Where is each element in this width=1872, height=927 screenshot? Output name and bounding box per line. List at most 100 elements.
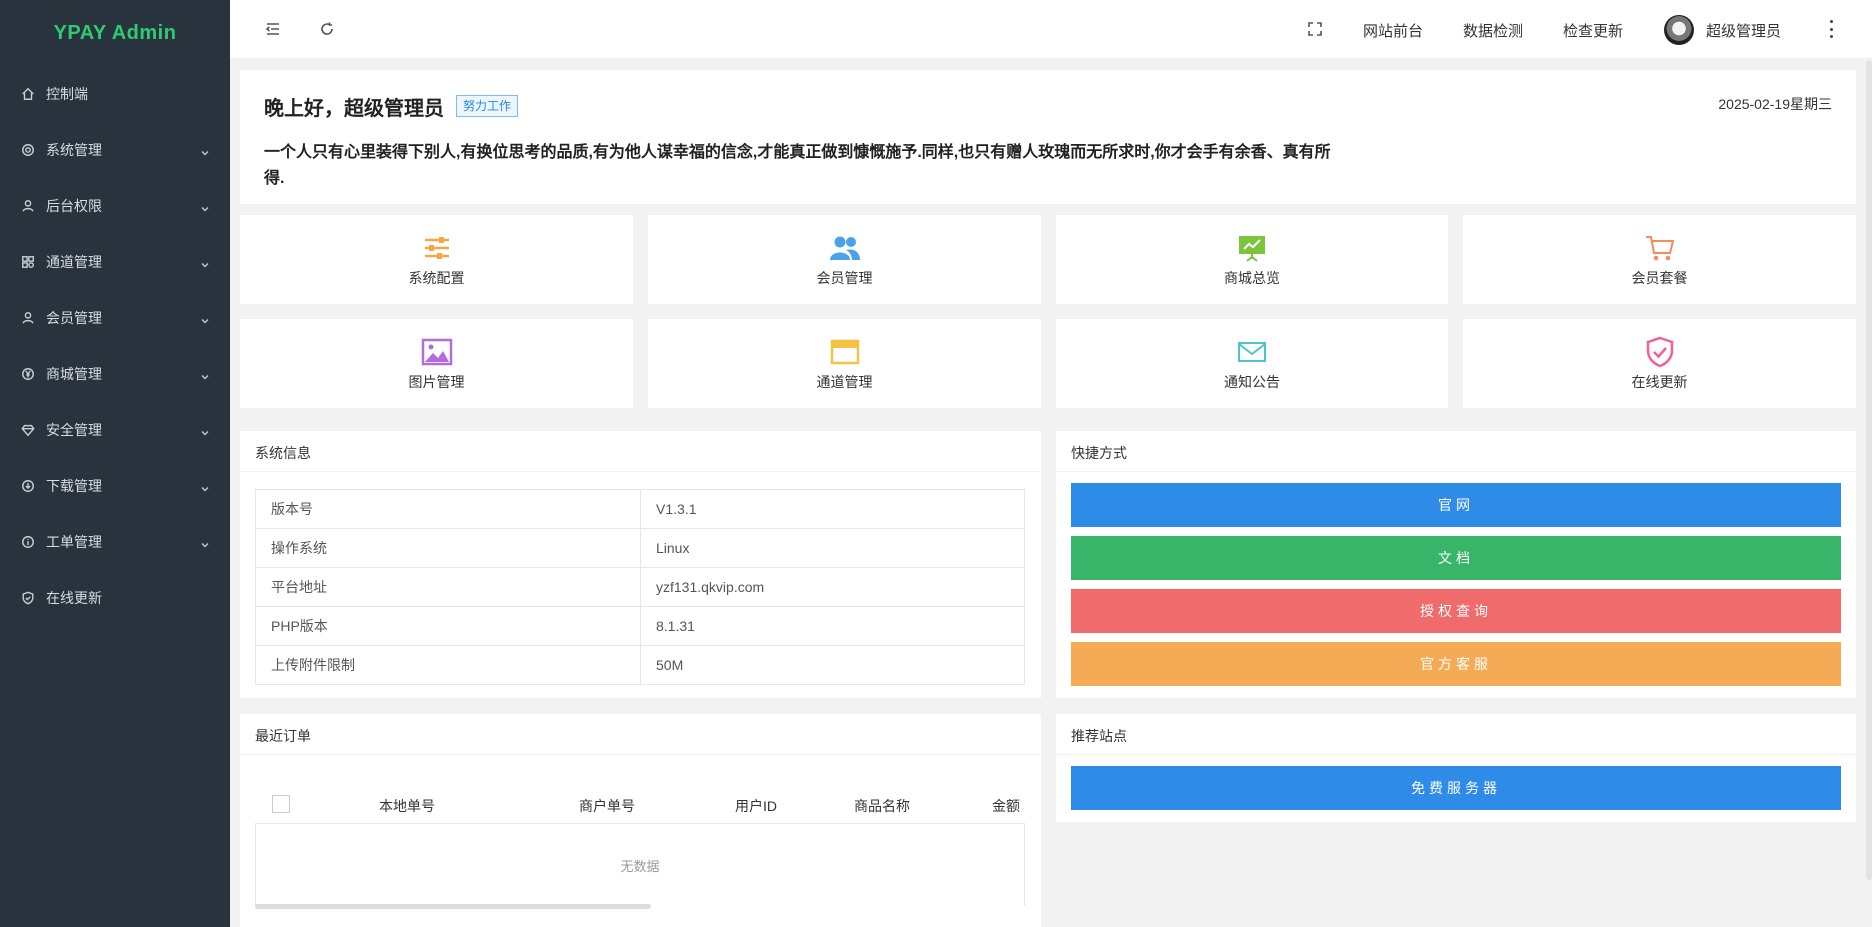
chevron-down-icon — [200, 537, 210, 548]
tile-system-config[interactable]: 系统配置 — [240, 215, 633, 304]
menu-fold-icon[interactable] — [264, 20, 282, 38]
header-user-name[interactable]: 超级管理员 — [1706, 20, 1781, 41]
sidebar-item-label: 后台权限 — [46, 198, 102, 214]
chevron-down-icon — [200, 481, 210, 492]
select-all-checkbox[interactable] — [272, 795, 290, 813]
cart-icon — [1645, 235, 1674, 260]
sidebar-item-tickets[interactable]: 工单管理 — [0, 514, 230, 570]
info-value: 50M — [640, 645, 1025, 685]
header-link-check-update[interactable]: 检查更新 — [1563, 20, 1623, 41]
chevron-down-icon — [200, 369, 210, 380]
tile-label: 商城总览 — [1224, 269, 1280, 286]
horizontal-scrollbar[interactable] — [255, 904, 651, 909]
docs-button[interactable]: 文档 — [1071, 536, 1841, 580]
chevron-down-icon — [200, 145, 210, 156]
info-value: V1.3.1 — [640, 489, 1025, 529]
system-info-table: 版本号 V1.3.1 操作系统 Linux 平台地址 yzf131.qkvip.… — [255, 489, 1025, 685]
gear-icon — [20, 142, 36, 158]
sidebar-item-label: 安全管理 — [46, 422, 102, 438]
sidebar-item-online-update[interactable]: 在线更新 — [0, 570, 230, 626]
info-key: 上传附件限制 — [255, 645, 641, 685]
tile-online-update[interactable]: 在线更新 — [1463, 319, 1856, 408]
welcome-greeting: 晚上好，超级管理员 — [264, 98, 444, 120]
column-header[interactable]: 商户单号 — [579, 796, 635, 816]
sidebar-item-channels[interactable]: 通道管理 — [0, 234, 230, 290]
chevron-down-icon — [200, 313, 210, 324]
sidebar-item-admin-permissions[interactable]: 后台权限 — [0, 178, 230, 234]
sidebar-item-mall[interactable]: 商城管理 — [0, 346, 230, 402]
tile-label: 在线更新 — [1631, 373, 1688, 390]
free-server-button[interactable]: 免费服务器 — [1071, 766, 1841, 810]
tile-label: 通道管理 — [816, 373, 873, 390]
user-icon — [20, 310, 36, 326]
header-link-site-front[interactable]: 网站前台 — [1363, 20, 1423, 41]
info-key: PHP版本 — [255, 606, 641, 646]
tile-label: 通知公告 — [1224, 373, 1280, 390]
sidebar-item-dashboard[interactable]: 控制端 — [0, 66, 230, 122]
user-icon — [20, 198, 36, 214]
info-key: 操作系统 — [255, 528, 641, 568]
refresh-icon[interactable] — [318, 20, 336, 38]
sidebar: YPAY Admin 控制端 系统管理 后台权限 通道管理 会员管理 商城管理 … — [0, 0, 230, 927]
tile-label: 系统配置 — [408, 269, 465, 286]
sidebar-item-label: 在线更新 — [46, 590, 102, 606]
fullscreen-icon[interactable] — [1306, 20, 1324, 38]
tile-member-management[interactable]: 会员管理 — [648, 215, 1041, 304]
sidebar-item-system[interactable]: 系统管理 — [0, 122, 230, 178]
tile-channel-management[interactable]: 通道管理 — [648, 319, 1041, 408]
empty-state: 无数据 — [255, 824, 1025, 906]
license-query-button[interactable]: 授权查询 — [1071, 589, 1841, 633]
sidebar-item-label: 会员管理 — [46, 310, 102, 326]
sidebar-item-label: 商城管理 — [46, 366, 102, 382]
home-icon — [20, 86, 36, 102]
current-date: 2025-02-19星期三 — [1718, 96, 1832, 112]
tile-label: 会员管理 — [816, 269, 873, 286]
yen-icon — [20, 366, 36, 382]
recommended-sites-panel: 推荐站点 免费服务器 — [1056, 714, 1856, 822]
apps-icon — [20, 254, 36, 270]
tile-image-management[interactable]: 图片管理 — [240, 319, 633, 408]
top-header: 网站前台 数据检测 检查更新 超级管理员 — [230, 0, 1872, 59]
column-header[interactable]: 用户ID — [735, 796, 777, 816]
info-icon — [20, 534, 36, 550]
shield-check-icon — [20, 590, 36, 606]
tile-member-packages[interactable]: 会员套餐 — [1463, 215, 1856, 304]
sidebar-item-members[interactable]: 会员管理 — [0, 290, 230, 346]
app-logo[interactable]: YPAY Admin — [0, 0, 230, 66]
chevron-down-icon — [200, 257, 210, 268]
welcome-quote: 一个人只有心里装得下别人,有换位思考的品质,有为他人谋幸福的信念,才能真正做到慷… — [264, 144, 1331, 187]
table-row: PHP版本 8.1.31 — [255, 606, 1025, 646]
avatar[interactable] — [1664, 15, 1694, 45]
sidebar-item-downloads[interactable]: 下载管理 — [0, 458, 230, 514]
system-info-panel: 系统信息 版本号 V1.3.1 操作系统 Linux 平台地址 yzf131.q… — [240, 431, 1041, 698]
window-icon — [830, 339, 859, 364]
column-header[interactable]: 金额 — [992, 796, 1020, 816]
panel-title: 系统信息 — [255, 445, 311, 461]
panel-title: 最近订单 — [255, 728, 311, 744]
diamond-icon — [20, 422, 36, 438]
presentation-icon — [1239, 235, 1265, 262]
info-value: yzf131.qkvip.com — [640, 567, 1025, 607]
download-icon — [20, 478, 36, 494]
orders-table-header: 本地单号 商户单号 用户ID 商品名称 金额 — [255, 784, 1025, 824]
divider — [1056, 471, 1856, 472]
column-header[interactable]: 商品名称 — [854, 796, 910, 816]
column-header[interactable]: 本地单号 — [379, 796, 435, 816]
header-link-data-check[interactable]: 数据检测 — [1463, 20, 1523, 41]
sidebar-item-security[interactable]: 安全管理 — [0, 402, 230, 458]
divider — [240, 471, 1041, 472]
divider — [1056, 754, 1856, 755]
recent-orders-panel: 最近订单 本地单号 商户单号 用户ID 商品名称 金额 无数据 — [240, 714, 1041, 927]
sidebar-item-label: 系统管理 — [46, 142, 102, 158]
official-support-button[interactable]: 官方客服 — [1071, 642, 1841, 686]
tile-notifications[interactable]: 通知公告 — [1056, 319, 1448, 408]
table-row: 版本号 V1.3.1 — [255, 489, 1025, 529]
tile-mall-overview[interactable]: 商城总览 — [1056, 215, 1448, 304]
more-menu-icon[interactable] — [1828, 20, 1834, 38]
table-row: 平台地址 yzf131.qkvip.com — [255, 567, 1025, 607]
vertical-scrollbar[interactable] — [1866, 60, 1872, 880]
info-key: 版本号 — [255, 489, 641, 529]
chevron-down-icon — [200, 201, 210, 212]
table-row: 上传附件限制 50M — [255, 645, 1025, 685]
official-site-button[interactable]: 官网 — [1071, 483, 1841, 527]
